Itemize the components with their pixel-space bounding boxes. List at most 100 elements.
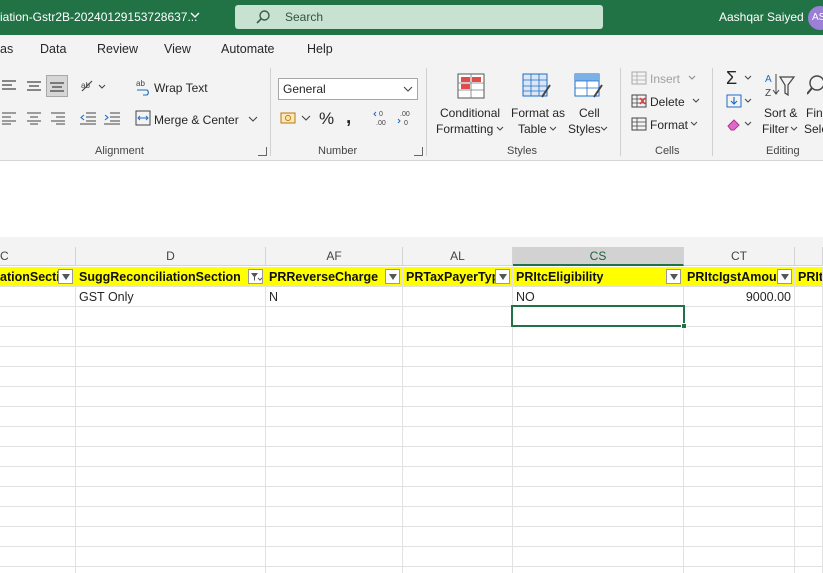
column-header-d[interactable]: D	[76, 247, 266, 266]
grid-cell[interactable]	[266, 487, 403, 507]
grid-cell[interactable]	[513, 487, 684, 507]
chevron-down-icon[interactable]	[549, 126, 557, 132]
delete-cells-button[interactable]: Delete	[650, 95, 685, 109]
increase-indent-icon[interactable]	[104, 111, 120, 125]
grid-cell[interactable]	[266, 567, 403, 573]
grid-cell[interactable]: N	[266, 287, 403, 307]
tab-review[interactable]: Review	[97, 42, 138, 56]
grid-cell[interactable]	[266, 447, 403, 467]
grid-cell[interactable]	[403, 287, 513, 307]
avatar[interactable]: AS	[808, 6, 823, 30]
user-name[interactable]: Aashqar Saiyed	[719, 10, 804, 24]
filter-dropdown[interactable]	[777, 269, 792, 284]
grid-cell[interactable]	[76, 487, 266, 507]
grid-cell[interactable]	[0, 407, 76, 427]
align-bottom-button[interactable]	[46, 75, 68, 97]
grid-cell[interactable]	[684, 387, 795, 407]
grid-cell[interactable]	[513, 367, 684, 387]
grid-cell[interactable]	[403, 487, 513, 507]
grid-cell[interactable]	[795, 547, 823, 567]
grid-cell[interactable]	[684, 307, 795, 327]
grid-cell[interactable]	[403, 387, 513, 407]
grid-cell[interactable]	[513, 507, 684, 527]
column-header-c[interactable]: C	[0, 247, 76, 266]
grid-cell[interactable]	[513, 427, 684, 447]
accounting-format-icon[interactable]	[280, 110, 314, 126]
filter-dropdown[interactable]	[666, 269, 681, 284]
grid-cell[interactable]	[76, 447, 266, 467]
grid-cell[interactable]	[684, 527, 795, 547]
grid-cell[interactable]	[0, 427, 76, 447]
format-as-table-line2[interactable]: Table	[518, 122, 547, 136]
grid-cell[interactable]	[0, 527, 76, 547]
active-cell-selection[interactable]	[511, 305, 687, 329]
grid-cell[interactable]	[513, 387, 684, 407]
grid-cell[interactable]	[513, 347, 684, 367]
format-cells-button[interactable]: Format	[650, 118, 688, 132]
filter-active-dropdown[interactable]	[248, 269, 263, 284]
grid-cell[interactable]	[266, 347, 403, 367]
merge-center-button[interactable]: Merge & Center	[154, 113, 239, 127]
fill-handle[interactable]	[681, 323, 687, 329]
grid-cell[interactable]	[0, 567, 76, 573]
filter-dropdown[interactable]	[495, 269, 510, 284]
format-as-table-line1[interactable]: Format as	[511, 106, 565, 120]
grid-cell[interactable]	[0, 507, 76, 527]
alignment-launcher-icon[interactable]	[258, 147, 267, 156]
grid-cell[interactable]	[403, 507, 513, 527]
grid-cell[interactable]	[403, 527, 513, 547]
conditional-formatting-line1[interactable]: Conditional	[440, 106, 500, 120]
grid-cell[interactable]	[513, 407, 684, 427]
grid-cell[interactable]	[403, 367, 513, 387]
grid-cell[interactable]	[403, 567, 513, 573]
grid-cell[interactable]	[0, 467, 76, 487]
fill-icon[interactable]	[726, 94, 742, 108]
grid-cell[interactable]	[684, 487, 795, 507]
grid-cell[interactable]	[76, 407, 266, 427]
grid-cell[interactable]	[513, 547, 684, 567]
find-select-line1[interactable]: Fin	[806, 106, 823, 120]
clear-eraser-icon[interactable]	[726, 117, 742, 131]
grid-cell[interactable]	[795, 447, 823, 467]
grid-cell[interactable]	[0, 347, 76, 367]
chevron-down-icon[interactable]	[744, 121, 752, 127]
grid-cell[interactable]	[795, 487, 823, 507]
column-header-next[interactable]	[795, 247, 823, 266]
grid-cell[interactable]: GST Only	[76, 287, 266, 307]
grid-cell[interactable]	[684, 447, 795, 467]
comma-style-icon[interactable]: ,	[346, 107, 351, 129]
grid-cell[interactable]	[0, 307, 76, 327]
grid-cell[interactable]	[684, 507, 795, 527]
decrease-decimal-icon[interactable]: .000	[397, 108, 417, 128]
grid-cell[interactable]	[0, 387, 76, 407]
grid-cell[interactable]	[76, 347, 266, 367]
worksheet-grid[interactable]: C D AF AL CS CT ationSectic SuggReconcil…	[0, 237, 823, 573]
search-box[interactable]: Search	[235, 5, 603, 29]
grid-cell[interactable]	[795, 407, 823, 427]
grid-cell[interactable]	[266, 367, 403, 387]
wrap-text-button[interactable]: Wrap Text	[154, 81, 208, 95]
grid-cell[interactable]	[403, 327, 513, 347]
align-left-icon[interactable]	[2, 111, 18, 125]
grid-cell[interactable]	[266, 307, 403, 327]
align-right-icon[interactable]	[50, 111, 66, 125]
grid-cell[interactable]	[684, 567, 795, 573]
tab-automate[interactable]: Automate	[221, 42, 275, 56]
column-header-ct[interactable]: CT	[684, 247, 795, 266]
grid-cell[interactable]	[795, 307, 823, 327]
grid-cell[interactable]	[795, 367, 823, 387]
grid-cell[interactable]	[0, 287, 76, 307]
filter-dropdown[interactable]	[58, 269, 73, 284]
chevron-down-icon[interactable]	[692, 98, 700, 104]
grid-cell[interactable]	[684, 347, 795, 367]
grid-cell[interactable]	[76, 327, 266, 347]
grid-cell[interactable]	[795, 287, 823, 307]
grid-cell[interactable]	[795, 507, 823, 527]
grid-cell[interactable]	[403, 347, 513, 367]
chevron-down-icon[interactable]	[744, 75, 752, 81]
grid-cell[interactable]	[513, 447, 684, 467]
chevron-down-icon[interactable]	[688, 75, 696, 81]
grid-cell[interactable]	[76, 527, 266, 547]
grid-cell[interactable]	[513, 567, 684, 573]
grid-cell[interactable]	[684, 327, 795, 347]
